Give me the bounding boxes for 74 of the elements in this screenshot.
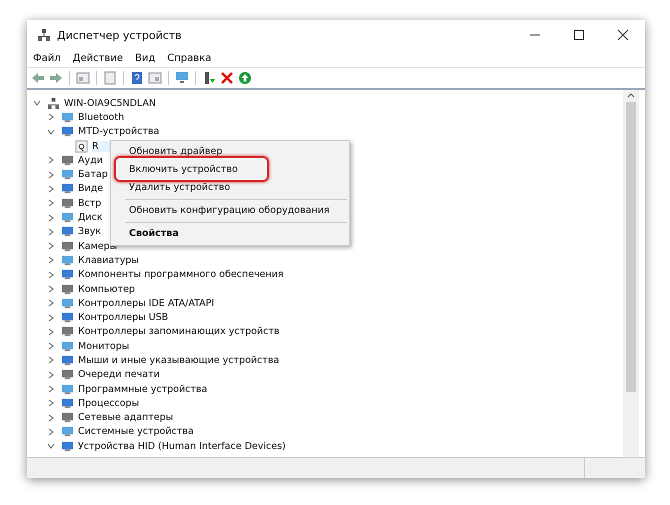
device-icon	[61, 125, 74, 138]
tree-item[interactable]: Компоненты программного обеспечения	[78, 269, 284, 280]
device-icon	[61, 282, 74, 296]
menu-item[interactable]: Действие	[72, 53, 123, 64]
tree-item[interactable]: Батар	[78, 169, 108, 180]
disabled-device-icon	[75, 140, 88, 153]
device-icon	[61, 196, 74, 210]
device-icon	[61, 311, 74, 324]
tree-item[interactable]: Bluetooth	[78, 112, 124, 123]
tree-item[interactable]: MTD-устройства	[78, 126, 160, 138]
device-manager-icon	[37, 28, 51, 42]
menu-item[interactable]: Обновить драйвер	[111, 143, 349, 161]
scroll-up-icon[interactable]	[627, 92, 635, 100]
menu-item[interactable]: Обновить конфигурацию оборудования	[111, 202, 349, 220]
tree-item[interactable]: Ауди	[78, 154, 103, 166]
device-icon	[61, 268, 74, 282]
tree-item[interactable]: Контроллеры IDE ATA/ATAPI	[78, 298, 214, 309]
device-icon	[61, 354, 74, 367]
driver-update-icon[interactable]	[202, 71, 216, 85]
tree-item[interactable]: Устройства HID (Human Interface Devices)	[78, 440, 286, 452]
tree-item[interactable]: Виде	[78, 183, 104, 194]
tree-item[interactable]: Встр	[78, 198, 102, 209]
device-icon	[61, 340, 74, 353]
tree-item[interactable]: Мониторы	[78, 340, 130, 352]
device-icon	[61, 411, 74, 424]
window-icon[interactable]	[148, 71, 162, 85]
device-icon	[61, 425, 74, 438]
device-icon	[61, 110, 74, 124]
help-icon[interactable]	[130, 71, 144, 85]
tree-item[interactable]: Системные устройства	[78, 426, 194, 438]
tree-item[interactable]: Программные устройства	[78, 384, 208, 395]
tree-item[interactable]: WIN-OIA9C5NDLAN	[64, 98, 156, 109]
tree-item[interactable]: Компьютер	[78, 284, 135, 294]
tree-item[interactable]: Мыши и иные указывающие устройства	[78, 354, 280, 366]
forward-arrow-icon[interactable]	[49, 71, 63, 85]
device-icon	[61, 182, 74, 196]
computer-icon	[47, 96, 60, 110]
device-icon	[61, 154, 74, 167]
menu-item[interactable]: Файл	[33, 53, 61, 64]
enable-device-icon[interactable]	[238, 71, 252, 85]
device-icon	[61, 368, 74, 382]
menu-item[interactable]: Включить устройство	[111, 161, 349, 179]
properties-icon[interactable]	[76, 71, 90, 85]
tree-item[interactable]: Камеры	[78, 240, 118, 252]
maximize-icon[interactable]	[573, 29, 585, 41]
device-icon	[61, 211, 74, 224]
device-icon	[61, 225, 74, 238]
close-icon[interactable]	[617, 29, 629, 41]
device-icon	[61, 168, 74, 182]
menu-item[interactable]: Справка	[167, 53, 212, 64]
document-icon[interactable]	[103, 71, 117, 85]
device-icon	[61, 254, 74, 267]
device-icon	[61, 240, 74, 253]
device-icon	[61, 396, 74, 410]
menu-item[interactable]: Удалить устройство	[111, 179, 349, 197]
delete-icon[interactable]	[220, 71, 234, 85]
device-icon	[61, 325, 74, 338]
monitor-icon[interactable]	[175, 71, 189, 85]
device-icon	[61, 440, 74, 453]
tree-item[interactable]: Диск	[78, 212, 103, 224]
device-icon	[61, 296, 74, 310]
back-arrow-icon[interactable]	[31, 71, 45, 85]
tree-item[interactable]: Клавиатуры	[78, 254, 139, 266]
tree-item[interactable]: Сетевые адаптеры	[78, 412, 174, 424]
window-title: Диспетчер устройств	[57, 28, 182, 42]
menu-item[interactable]: Вид	[134, 53, 156, 64]
scrollbar[interactable]	[623, 90, 639, 457]
tree-item[interactable]: Контроллеры USB	[78, 312, 168, 324]
tree-item[interactable]: Процессоры	[78, 398, 140, 409]
menu-item[interactable]: Свойства	[111, 225, 349, 243]
tree-item[interactable]: Контроллеры запоминающих устройств	[78, 326, 280, 338]
tree-item[interactable]: Очереди печати	[78, 369, 160, 380]
tree-item[interactable]: Звук	[78, 226, 102, 238]
device-icon	[61, 382, 74, 396]
